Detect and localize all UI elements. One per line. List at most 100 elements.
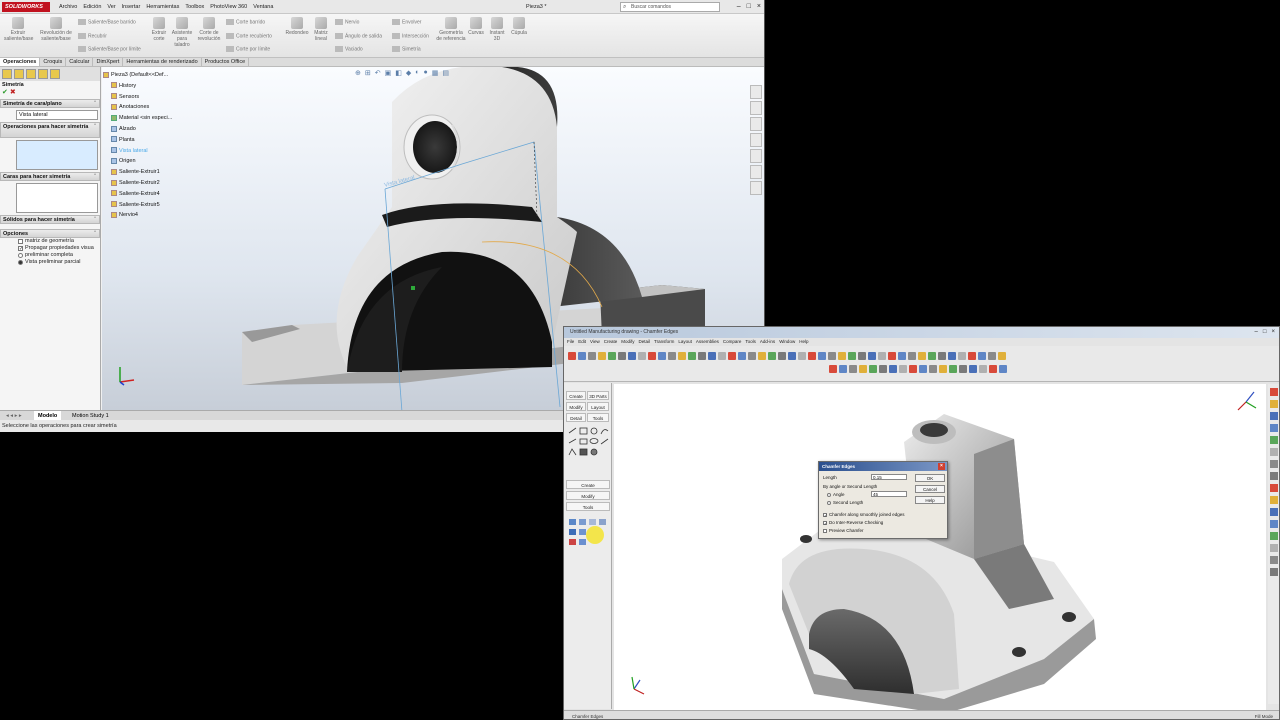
ref-geometry-button[interactable]: Geometría de referencia: [436, 17, 466, 42]
toolbar-tool-icon[interactable]: [979, 365, 987, 373]
toolbar-tool-icon[interactable]: [858, 352, 866, 360]
mirror-plane-field[interactable]: Vista lateral: [16, 110, 98, 120]
side-tool-icon[interactable]: [1270, 508, 1278, 516]
radio-selected[interactable]: [827, 492, 831, 497]
options-section-header[interactable]: Opciones ˆ: [0, 229, 100, 238]
tree-item[interactable]: Saliente-Extruir4: [103, 189, 233, 200]
tab-operaciones[interactable]: Operaciones: [0, 58, 41, 66]
menu-ver[interactable]: Ver: [104, 0, 118, 14]
menu-edit[interactable]: Edit: [578, 338, 586, 346]
toolbar-tool-icon[interactable]: [758, 352, 766, 360]
menu-herramientas[interactable]: Herramientas: [143, 0, 182, 14]
chain-option[interactable]: ✓ Chamfer along smoothly joined edges: [823, 512, 905, 517]
toolbar-tool-icon[interactable]: [678, 352, 686, 360]
tree-item[interactable]: Planta: [103, 135, 233, 146]
side-tool-icon[interactable]: [1270, 400, 1278, 408]
toolbar-tool-icon[interactable]: [918, 352, 926, 360]
toolbar-tool-icon[interactable]: [688, 352, 696, 360]
tc-drawing-area[interactable]: Chamfer Edges × Length 0.15 By angle or S…: [614, 384, 1266, 714]
rib-button[interactable]: Nervio: [335, 19, 359, 25]
tree-item[interactable]: History: [103, 81, 233, 92]
toolbar-tool-icon[interactable]: [959, 365, 967, 373]
tree-item[interactable]: Nervio4: [103, 210, 233, 221]
display-style-icon[interactable]: ◆: [406, 69, 411, 77]
checkbox-checked[interactable]: ✓: [823, 512, 827, 517]
swept-boss-button[interactable]: Saliente/Base barrido: [78, 19, 136, 25]
option-propagate-visual[interactable]: ✓ Propagar propiedades visua: [0, 245, 100, 252]
side-tool-icon[interactable]: [1270, 388, 1278, 396]
menu-insertar[interactable]: Insertar: [119, 0, 144, 14]
minimize-icon[interactable]: –: [737, 0, 741, 14]
fillet-button[interactable]: Redondeo: [284, 17, 310, 36]
side-tool-icon[interactable]: [1270, 520, 1278, 528]
check-option[interactable]: ✓ Do Inter-Reverse Checking: [823, 520, 883, 525]
toolbar-tool-icon[interactable]: [838, 352, 846, 360]
menu-ventana[interactable]: Ventana: [250, 0, 276, 14]
drawing-tools-palette[interactable]: [566, 425, 612, 465]
toolbar-tool-icon[interactable]: [618, 352, 626, 360]
features-section-header[interactable]: Operaciones para hacer simetría ˆ: [0, 122, 100, 138]
tab-tools-2[interactable]: Tools: [566, 502, 610, 511]
checkbox[interactable]: [823, 528, 827, 533]
menu-transform[interactable]: Transform: [654, 338, 674, 346]
tab-office-products[interactable]: Productos Office: [202, 58, 250, 66]
toolbar-tool-icon[interactable]: [849, 365, 857, 373]
radio[interactable]: [827, 500, 831, 505]
extrude-boss-button[interactable]: Extruir saliente/base: [4, 17, 33, 42]
tab-detail[interactable]: Detail: [566, 413, 586, 422]
tab-create-2[interactable]: Create: [566, 480, 610, 489]
mirror-button[interactable]: Simetría: [392, 46, 421, 52]
minimize-icon[interactable]: –: [1255, 327, 1258, 338]
menu-assemblies[interactable]: Assemblies: [696, 338, 719, 346]
tree-item[interactable]: Alzado: [103, 124, 233, 135]
toolbar-tool-icon[interactable]: [788, 352, 796, 360]
loft-boss-button[interactable]: Recubrir: [78, 33, 107, 39]
design-library-icon[interactable]: [750, 101, 762, 115]
zoom-area-icon[interactable]: ⊞: [365, 69, 371, 77]
features-to-mirror-list[interactable]: [16, 140, 98, 170]
feature-manager-icon[interactable]: [2, 69, 12, 79]
menu-create[interactable]: Create: [604, 338, 618, 346]
boundary-cut-button[interactable]: Corte por límite: [226, 46, 270, 52]
tree-item[interactable]: Saliente-Extruir5: [103, 200, 233, 211]
tab-render-tools[interactable]: Herramientas de renderizado: [123, 58, 202, 66]
radio-selected[interactable]: [18, 260, 23, 265]
radio[interactable]: [18, 253, 23, 258]
sw-logo[interactable]: SOLIDWORKS: [2, 2, 50, 12]
option-geometry-pattern[interactable]: matriz de geometría: [0, 238, 100, 245]
instant3d-button[interactable]: Instant 3D: [487, 17, 507, 42]
toolbar-tool-icon[interactable]: [578, 352, 586, 360]
toolbar-tool-icon[interactable]: [868, 352, 876, 360]
swept-cut-button[interactable]: Corte barrido: [226, 19, 265, 25]
toolbar-tool-icon[interactable]: [869, 365, 877, 373]
toolbar-tool-icon[interactable]: [928, 352, 936, 360]
toolbar-tool-icon[interactable]: [988, 352, 996, 360]
faces-to-mirror-list[interactable]: [16, 183, 98, 213]
toolbar-tool-icon[interactable]: [668, 352, 676, 360]
preview-option[interactable]: Preview Chamfer: [823, 528, 864, 533]
toolbar-tool-icon[interactable]: [989, 365, 997, 373]
apply-scene-icon[interactable]: ▦: [432, 69, 439, 77]
toolbar-tool-icon[interactable]: [628, 352, 636, 360]
revolve-boss-button[interactable]: Revolución de saliente/base: [40, 17, 72, 42]
3d-tools-palette[interactable]: [566, 515, 612, 555]
cancel-button[interactable]: Cancel: [915, 485, 945, 493]
tab-3dparts[interactable]: 3D Parts: [587, 391, 609, 400]
side-tool-icon[interactable]: [1270, 472, 1278, 480]
curves-button[interactable]: Curvas: [466, 17, 486, 36]
tree-item[interactable]: Material <sin especi...: [103, 113, 233, 124]
close-icon[interactable]: ×: [938, 463, 945, 470]
tab-calcular[interactable]: Calcular: [66, 58, 94, 66]
toolbar-tool-icon[interactable]: [939, 365, 947, 373]
side-tool-icon[interactable]: [1270, 412, 1278, 420]
menu-toolbox[interactable]: Toolbox: [182, 0, 207, 14]
section-view-icon[interactable]: ▣: [385, 69, 392, 77]
toolbar-tool-icon[interactable]: [999, 365, 1007, 373]
hole-wizard-button[interactable]: Asistente para taladro: [170, 17, 194, 48]
side-tool-icon[interactable]: [1270, 496, 1278, 504]
menu-detail[interactable]: Detail: [639, 338, 651, 346]
toolbar-tool-icon[interactable]: [998, 352, 1006, 360]
toolbar-tool-icon[interactable]: [898, 352, 906, 360]
tab-croquis[interactable]: Croquis: [40, 58, 67, 66]
face-plane-section-header[interactable]: Simetría de cara/plano ˆ: [0, 99, 100, 108]
